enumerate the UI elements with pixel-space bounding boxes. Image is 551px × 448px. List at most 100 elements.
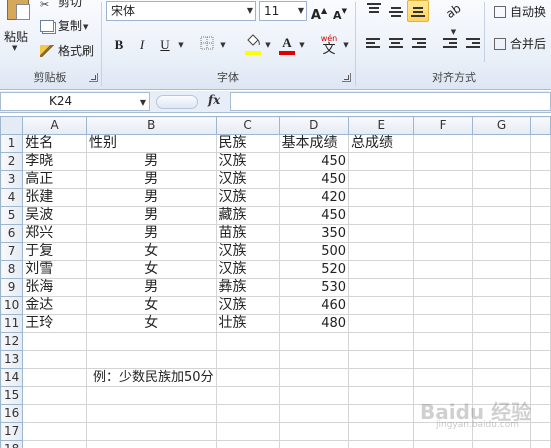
cell-h[interactable] xyxy=(530,206,551,225)
row-header[interactable]: 9 xyxy=(0,278,24,297)
cell-g[interactable] xyxy=(471,206,532,225)
cell-f[interactable] xyxy=(413,170,473,189)
cell-b[interactable]: 女 xyxy=(86,242,217,261)
select-all-corner[interactable] xyxy=(0,116,24,135)
cell-e[interactable] xyxy=(348,404,415,423)
row-header[interactable]: 7 xyxy=(0,242,24,261)
row-header[interactable]: 10 xyxy=(0,296,24,315)
paste-button[interactable]: 粘贴 ▼ xyxy=(2,0,32,52)
column-header-f[interactable]: F xyxy=(413,116,473,135)
cell-h[interactable] xyxy=(530,422,551,441)
cell-f[interactable] xyxy=(413,332,473,351)
cell-e[interactable] xyxy=(348,224,415,243)
cell-d[interactable]: 520 xyxy=(278,260,350,279)
increase-indent-button[interactable] xyxy=(466,38,480,50)
cell-a[interactable]: 金达 xyxy=(22,296,87,315)
column-header-g[interactable]: G xyxy=(471,116,532,135)
cell-c[interactable]: 汉族 xyxy=(215,188,280,207)
cell-h[interactable] xyxy=(530,332,551,351)
row-header[interactable]: 16 xyxy=(0,404,24,423)
underline-button[interactable]: U xyxy=(157,35,173,55)
cell-a[interactable] xyxy=(22,368,87,387)
row-header[interactable]: 8 xyxy=(0,260,24,279)
cell-f[interactable] xyxy=(413,350,473,369)
cell-d[interactable] xyxy=(278,368,350,387)
cell-e[interactable] xyxy=(348,188,415,207)
align-center-button[interactable] xyxy=(389,38,403,50)
cell-e[interactable] xyxy=(348,386,415,405)
cell-c[interactable]: 汉族 xyxy=(215,296,280,315)
cell-b[interactable]: 女 xyxy=(86,260,217,279)
cell-h[interactable] xyxy=(530,260,551,279)
cell-b[interactable] xyxy=(86,386,217,405)
cell-f[interactable] xyxy=(413,188,473,207)
cell-d[interactable]: 460 xyxy=(278,296,350,315)
cell-e[interactable] xyxy=(348,350,415,369)
cell-b[interactable] xyxy=(86,440,217,448)
cell-a[interactable]: 张海 xyxy=(22,278,87,297)
row-header[interactable]: 12 xyxy=(0,332,24,351)
merge-center-button[interactable]: 合并后 xyxy=(494,35,546,53)
cell-e[interactable] xyxy=(348,440,415,448)
cell-c[interactable]: 苗族 xyxy=(215,224,280,243)
row-header[interactable]: 2 xyxy=(0,152,24,171)
cell-c[interactable]: 汉族 xyxy=(215,242,280,261)
cell-c[interactable] xyxy=(215,332,280,351)
cell-d[interactable]: 530 xyxy=(278,278,350,297)
grow-font-button[interactable]: A▲ xyxy=(310,1,328,23)
cell-b[interactable]: 男 xyxy=(86,206,217,225)
cell-c[interactable] xyxy=(215,422,280,441)
cell-d[interactable]: 450 xyxy=(278,152,350,171)
cell-g[interactable] xyxy=(471,242,532,261)
row-header[interactable]: 4 xyxy=(0,188,24,207)
cell-d[interactable] xyxy=(278,386,350,405)
cell-b[interactable]: 例：少数民族加50分 xyxy=(86,368,217,387)
font-family-select[interactable]: 宋体 ▼ xyxy=(106,1,256,21)
cell-e[interactable] xyxy=(348,278,415,297)
cell-g[interactable] xyxy=(471,224,532,243)
cell-f[interactable] xyxy=(413,134,473,153)
cell-f[interactable] xyxy=(413,314,473,333)
font-color-button[interactable]: A xyxy=(279,33,295,53)
fill-color-button[interactable] xyxy=(244,33,262,53)
cell-b[interactable] xyxy=(86,404,217,423)
row-header[interactable]: 13 xyxy=(0,350,24,369)
cell-c[interactable] xyxy=(215,350,280,369)
cell-a[interactable] xyxy=(22,350,87,369)
cell-e[interactable] xyxy=(348,296,415,315)
border-dropdown-icon[interactable]: ▼ xyxy=(219,35,227,55)
column-header-b[interactable]: B xyxy=(86,116,217,135)
cell-d[interactable] xyxy=(278,350,350,369)
cell-h[interactable] xyxy=(530,152,551,171)
format-painter-button[interactable]: 格式刷 xyxy=(40,42,94,60)
cell-b[interactable]: 女 xyxy=(86,296,217,315)
cell-c[interactable]: 藏族 xyxy=(215,206,280,225)
column-header-a[interactable]: A xyxy=(22,116,87,135)
column-header-d[interactable]: D xyxy=(278,116,350,135)
cell-c[interactable]: 汉族 xyxy=(215,260,280,279)
cell-g[interactable] xyxy=(471,188,532,207)
bold-button[interactable]: B xyxy=(111,35,127,55)
phonetic-dropdown-icon[interactable]: ▼ xyxy=(342,35,350,55)
cell-b[interactable]: 男 xyxy=(86,278,217,297)
cell-e[interactable] xyxy=(348,368,415,387)
cell-h[interactable] xyxy=(530,188,551,207)
cell-f[interactable] xyxy=(413,368,473,387)
cell-g[interactable] xyxy=(471,314,532,333)
chevron-down-icon[interactable]: ▼ xyxy=(140,94,146,111)
cell-d[interactable]: 450 xyxy=(278,206,350,225)
cell-e[interactable] xyxy=(348,206,415,225)
cell-f[interactable] xyxy=(413,224,473,243)
chevron-down-icon[interactable]: ▼ xyxy=(247,2,253,20)
cell-c[interactable]: 彝族 xyxy=(215,278,280,297)
cell-g[interactable] xyxy=(471,170,532,189)
phonetic-button[interactable]: wén 文 xyxy=(318,33,340,56)
cell-f[interactable] xyxy=(413,440,473,448)
cell-c[interactable] xyxy=(215,386,280,405)
cell-d[interactable]: 420 xyxy=(278,188,350,207)
cell-b[interactable] xyxy=(86,422,217,441)
cell-d[interactable]: 基本成绩 xyxy=(278,134,350,153)
column-header-c[interactable]: C xyxy=(215,116,280,135)
cell-f[interactable] xyxy=(413,296,473,315)
wrap-text-button[interactable]: 自动换 xyxy=(494,3,546,21)
